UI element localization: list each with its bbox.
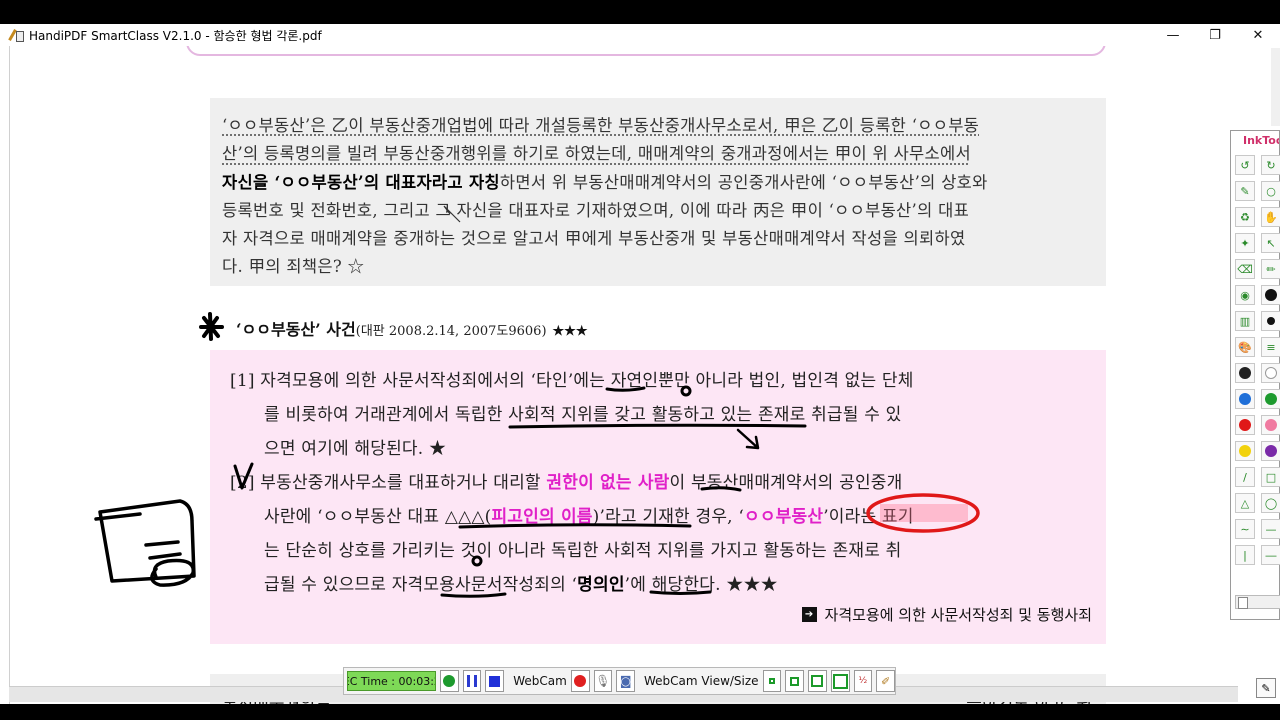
minimize-button[interactable]: — bbox=[1151, 24, 1195, 46]
recycle-icon[interactable]: ♻ bbox=[1235, 207, 1255, 227]
dash-line-icon[interactable]: — bbox=[1261, 519, 1280, 539]
ink-underline-tain bbox=[605, 386, 646, 392]
palette-icon[interactable]: 🎨 bbox=[1235, 337, 1255, 357]
microphone-button[interactable]: 🎙 bbox=[593, 670, 613, 692]
ink-dot-mark bbox=[680, 385, 692, 397]
highlighter-icon[interactable]: ✏ bbox=[1261, 259, 1280, 279]
ink-underline-authority bbox=[700, 486, 742, 492]
line-tool-icon[interactable]: / bbox=[1235, 467, 1255, 487]
rec-time-display: REC Time : 00:03:21 bbox=[347, 671, 437, 691]
ink-check-v bbox=[233, 462, 254, 490]
mouse-cursor-icon bbox=[443, 205, 461, 223]
stop-icon bbox=[489, 675, 501, 687]
circle-tool-icon[interactable]: ◯ bbox=[1261, 493, 1280, 513]
pen-icon[interactable]: ✎ bbox=[1235, 181, 1255, 201]
webcam-label: WebCam bbox=[513, 674, 567, 688]
wave-line-icon[interactable]: ∼ bbox=[1235, 519, 1255, 539]
webcam-size-s-button[interactable] bbox=[785, 670, 805, 692]
magic-wand-icon[interactable]: ✦ bbox=[1235, 233, 1255, 253]
color-white-icon[interactable] bbox=[1261, 363, 1280, 383]
ink-underline-independent bbox=[508, 423, 807, 429]
ink-arrow bbox=[736, 428, 760, 450]
undo-icon[interactable]: ↺ bbox=[1235, 155, 1255, 175]
color-black-icon[interactable] bbox=[1235, 363, 1255, 383]
ink-underline-nominee bbox=[649, 590, 712, 595]
title-bar: HandiPDF SmartClass V2.1.0 - 함승한 형법 각론.p… bbox=[0, 24, 1280, 46]
color-pink-icon[interactable] bbox=[1261, 415, 1280, 435]
ink-underline-defendant bbox=[458, 523, 692, 529]
vertical-scrollbar[interactable] bbox=[1271, 48, 1280, 126]
handipdf-app-icon bbox=[9, 28, 24, 42]
ink-star-mark bbox=[199, 312, 224, 341]
hand-icon[interactable]: ✋ bbox=[1261, 207, 1280, 227]
recording-toolbar: REC Time : 00:03:21 WebCam 🎙 ◙ WebCam Vi… bbox=[343, 667, 896, 695]
color-yellow-icon[interactable] bbox=[1235, 441, 1255, 461]
pen-size-slider[interactable] bbox=[1235, 595, 1280, 609]
red-record-icon bbox=[574, 675, 587, 687]
color-red-icon[interactable] bbox=[1235, 415, 1255, 435]
pause-button[interactable] bbox=[462, 670, 482, 692]
pause-icon bbox=[467, 675, 478, 687]
close-button[interactable]: ✕ bbox=[1236, 24, 1280, 46]
note-icon[interactable]: ✎ bbox=[1256, 678, 1276, 698]
webcam-size-m-button[interactable] bbox=[808, 670, 827, 692]
lasso-icon[interactable]: ○ bbox=[1261, 181, 1280, 201]
ink-document-doodle bbox=[94, 499, 196, 587]
line-width-icon[interactable]: ≡ bbox=[1261, 337, 1280, 357]
ink-dot-mark-2 bbox=[471, 555, 483, 567]
color-purple-icon[interactable] bbox=[1261, 441, 1280, 461]
ink-annotation-layer bbox=[94, 205, 980, 598]
record-icon bbox=[443, 675, 456, 687]
thin-line-icon[interactable]: | bbox=[1235, 545, 1255, 565]
webcam-size-xs-button[interactable] bbox=[762, 670, 782, 692]
eraser-icon[interactable]: ⌫ bbox=[1235, 259, 1255, 279]
eye-icon[interactable]: ◉ bbox=[1235, 285, 1255, 305]
medium-dot-icon[interactable] bbox=[1261, 311, 1280, 331]
webcam-record-button[interactable] bbox=[570, 670, 590, 692]
color-green-icon[interactable] bbox=[1261, 389, 1280, 409]
ink-tools-panel: InkToo ↺ ↻ ✎ ○ ♻ ✋ ✦ ↖ ⌫ ✏ ◉ ▥ 🎨 ≡ bbox=[1230, 130, 1280, 620]
blue-line-icon[interactable]: ― bbox=[1261, 545, 1280, 565]
restore-button[interactable]: ❐ bbox=[1193, 24, 1237, 46]
app-window: HandiPDF SmartClass V2.1.0 - 함승한 형법 각론.p… bbox=[0, 24, 1280, 704]
webcam-view-size-label: WebCam View/Size bbox=[644, 674, 759, 688]
redo-icon[interactable]: ↻ bbox=[1261, 155, 1280, 175]
rectangle-tool-icon[interactable]: □ bbox=[1261, 467, 1280, 487]
ink-tools-title: InkToo bbox=[1243, 134, 1279, 147]
pointer-icon[interactable]: ↖ bbox=[1261, 233, 1280, 253]
record-button[interactable] bbox=[440, 670, 459, 692]
triangle-tool-icon[interactable]: △ bbox=[1235, 493, 1255, 513]
color-blue-icon[interactable] bbox=[1235, 389, 1255, 409]
books-icon[interactable]: ▥ bbox=[1235, 311, 1255, 331]
stop-button[interactable] bbox=[485, 670, 505, 692]
large-dot-icon[interactable] bbox=[1261, 285, 1280, 305]
ink-red-highlight bbox=[880, 504, 968, 522]
camera-button[interactable]: ◙ bbox=[616, 670, 636, 692]
tools-icon[interactable]: ✐ bbox=[876, 670, 895, 692]
page-layout-icon[interactable]: ½ bbox=[853, 670, 873, 692]
window-title: HandiPDF SmartClass V2.1.0 - 함승한 형법 각론.p… bbox=[29, 28, 322, 43]
pdf-viewport[interactable]: ‘ㅇㅇ부동산’은 乙이 부동산중개업법에 따라 개설등록한 부동산중개사무소로서… bbox=[9, 46, 1238, 704]
ink-underline-crime bbox=[440, 592, 507, 598]
webcam-size-l-button[interactable] bbox=[830, 670, 850, 692]
